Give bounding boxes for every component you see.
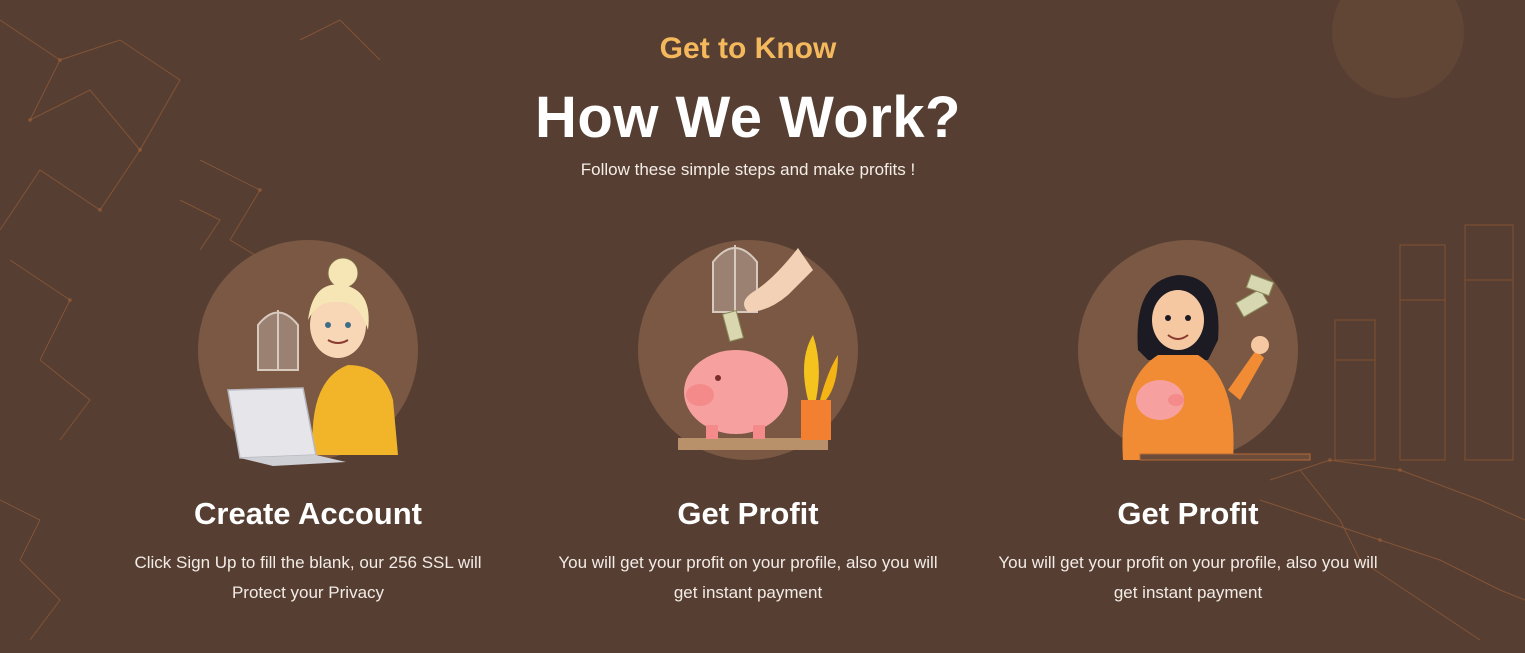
step-card-get-profit-2: Get Profit You will get your profit on y…	[968, 240, 1408, 608]
step-description: You will get your profit on your profile…	[998, 553, 1378, 602]
step-illustration-circle	[198, 240, 418, 466]
woman-with-money-illustration	[1122, 273, 1311, 461]
step-title: Get Profit	[1117, 496, 1259, 531]
section-eyebrow: Get to Know	[659, 32, 837, 65]
step-illustration-circle	[638, 240, 858, 460]
step-description: Click Sign Up to fill the blank, our 256…	[134, 553, 482, 602]
step-description: You will get your profit on your profile…	[558, 553, 938, 602]
step-title: Create Account	[194, 496, 422, 531]
step-title: Get Profit	[677, 496, 819, 531]
piggy-bank-deposit-illustration	[678, 245, 838, 450]
step-card-create-account: Create Account Click Sign Up to fill the…	[88, 240, 528, 608]
step-card-get-profit: Get Profit You will get your profit on y…	[528, 240, 968, 608]
section-title: How We Work?	[535, 85, 961, 150]
step-illustration-circle	[1078, 240, 1311, 461]
woman-with-laptop-illustration	[227, 257, 398, 466]
section-subtitle: Follow these simple steps and make profi…	[580, 160, 916, 179]
